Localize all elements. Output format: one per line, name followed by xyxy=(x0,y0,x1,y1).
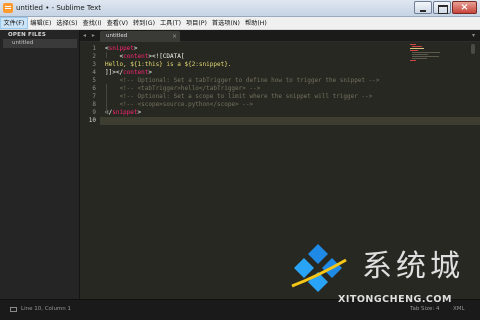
line-number: 5 xyxy=(92,77,96,84)
code-line[interactable]: ]]></content> xyxy=(105,69,152,77)
title-bar: untitled • - Sublime Text × xyxy=(0,0,480,17)
menu-find[interactable]: 查找(I) xyxy=(80,17,104,29)
menu-preferences[interactable]: 首选项(N) xyxy=(209,17,242,29)
code-line[interactable]: <!-- <tabTrigger>hello</tabTrigger> --> xyxy=(105,85,260,93)
menu-help[interactable]: 帮助(H) xyxy=(242,17,269,29)
panel-toggle-icon[interactable] xyxy=(10,307,17,312)
indent-guide xyxy=(106,52,107,58)
line-number: 7 xyxy=(92,93,96,100)
minimap-line xyxy=(410,60,416,61)
line-number: 2 xyxy=(92,53,96,60)
tab-nav-arrows-icon[interactable]: ◂ ▸ xyxy=(83,30,97,41)
watermark: 系统城 XITONGCHENG.COM xyxy=(288,242,468,312)
code-token: content xyxy=(123,53,149,60)
code-line[interactable]: <content><![CDATA[ xyxy=(105,53,184,61)
code-line[interactable]: <!-- <scope>source.python</scope> --> xyxy=(105,101,253,109)
minimap-line xyxy=(410,50,418,51)
line-number: 1 xyxy=(92,45,96,52)
menu-bar: 文件(F) 编辑(E) 选择(S) 查找(I) 查看(V) 转到(G) 工具(T… xyxy=(0,17,480,30)
watermark-logo-icon xyxy=(291,244,347,292)
tab-dropdown-icon[interactable]: ▾ xyxy=(472,30,475,41)
sidebar-file-untitled[interactable]: untitled xyxy=(3,39,77,48)
line-number: 9 xyxy=(92,109,96,116)
code-line[interactable]: Hello, ${1:this} is a ${2:snippet}. xyxy=(105,61,231,69)
line-number: 10 xyxy=(88,117,96,124)
tab-close-icon[interactable]: × xyxy=(172,31,177,42)
code-token: <!-- Optional: Set a tabTrigger to defin… xyxy=(105,77,380,84)
code-line[interactable]: </snippet> xyxy=(105,109,141,117)
code-line[interactable]: <snippet> xyxy=(105,45,138,53)
minimap-line xyxy=(412,52,440,53)
menu-file[interactable]: 文件(F) xyxy=(0,17,28,29)
code-token: <!-- <scope>source.python</scope> --> xyxy=(105,101,254,108)
window-title: untitled • - Sublime Text xyxy=(16,4,102,12)
minimap-line xyxy=(412,54,428,55)
minimap-line xyxy=(412,56,439,57)
maximize-button[interactable] xyxy=(433,1,451,14)
watermark-text-cn: 系统城 xyxy=(362,249,464,284)
scrollbar-thumb[interactable] xyxy=(471,44,475,54)
code-token: < xyxy=(105,53,124,60)
minimap[interactable] xyxy=(410,44,440,64)
code-line[interactable]: <!-- Optional: Set a scope to limit wher… xyxy=(105,93,372,101)
code-token: > xyxy=(148,69,152,76)
menu-tools[interactable]: 工具(T) xyxy=(158,17,184,29)
menu-selection[interactable]: 选择(S) xyxy=(54,17,80,29)
menu-project[interactable]: 项目(P) xyxy=(183,17,209,29)
menu-edit[interactable]: 编辑(E) xyxy=(28,17,54,29)
minimap-line xyxy=(410,48,424,49)
close-button[interactable]: × xyxy=(452,1,477,14)
sidebar: OPEN FILES untitled xyxy=(0,30,80,299)
minimap-line xyxy=(412,58,427,59)
current-line-highlight xyxy=(80,117,480,125)
code-token: <!-- Optional: Set a scope to limit wher… xyxy=(105,93,373,100)
menu-view[interactable]: 查看(V) xyxy=(104,17,130,29)
code-token: > xyxy=(133,45,138,52)
line-number: 8 xyxy=(92,101,96,108)
close-icon: × xyxy=(460,2,469,13)
code-token: <!-- <tabTrigger>hello</tabTrigger> --> xyxy=(105,85,261,92)
code-token: ><![CDATA[ xyxy=(148,53,185,60)
tab-label: untitled xyxy=(106,33,128,39)
line-number: 3 xyxy=(92,61,96,68)
code-token: ]]></ xyxy=(105,69,124,76)
code-token: content xyxy=(123,69,149,76)
open-files-header: OPEN FILES xyxy=(8,32,47,38)
sublime-text-icon xyxy=(3,3,13,13)
minimap-line xyxy=(410,44,416,45)
code-line[interactable]: <!-- Optional: Set a tabTrigger to defin… xyxy=(105,77,380,85)
code-token: > xyxy=(137,109,142,116)
status-cursor-position: Line 10, Column 1 xyxy=(21,306,72,312)
code-token: snippet xyxy=(112,109,138,116)
menu-goto[interactable]: 转到(G) xyxy=(131,17,158,29)
tab-untitled[interactable]: untitled × xyxy=(100,31,180,42)
watermark-text-en: XITONGCHENG.COM xyxy=(338,294,452,305)
minimize-button[interactable] xyxy=(414,1,432,14)
code-token: snippet xyxy=(108,45,134,52)
line-number-gutter: 1 2 3 4 5 6 7 8 9 10 xyxy=(80,42,100,299)
line-number: 4 xyxy=(92,69,96,76)
line-number: 6 xyxy=(92,85,96,92)
vertical-scrollbar[interactable] xyxy=(471,44,475,299)
tab-bar: ◂ ▸ untitled × ▾ xyxy=(80,30,480,42)
minimap-line xyxy=(412,46,422,47)
indent-guide xyxy=(106,84,107,114)
code-token: Hello, ${1:this} is a ${2:snippet}. xyxy=(105,61,232,68)
